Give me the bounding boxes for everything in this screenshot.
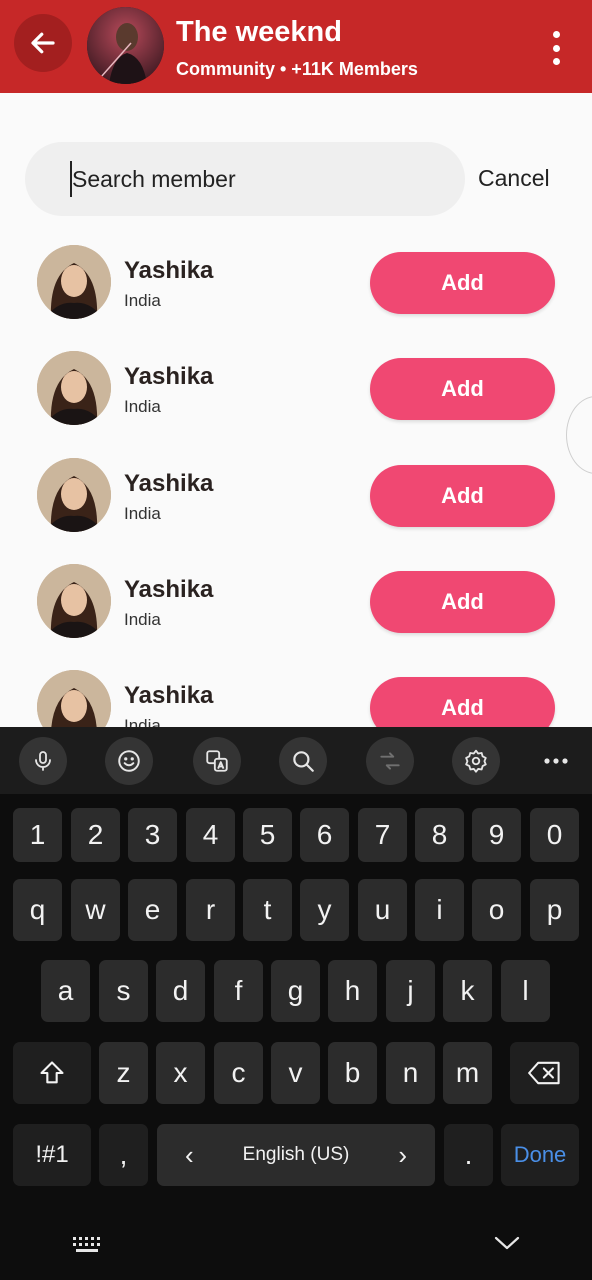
more-horizontal-icon[interactable] — [536, 737, 576, 785]
shift-icon — [40, 1061, 64, 1084]
key-r[interactable]: r — [186, 879, 235, 941]
space-bar[interactable]: ‹ English (US) › — [157, 1124, 435, 1186]
key-6[interactable]: 6 — [300, 808, 349, 862]
shift-key[interactable] — [13, 1042, 91, 1104]
arrow-left-icon — [31, 32, 55, 54]
member-name: Yashika — [124, 682, 214, 709]
key-g[interactable]: g — [271, 960, 320, 1022]
chevron-down-icon[interactable] — [493, 1234, 521, 1257]
language-prev-icon: ‹ — [185, 1139, 194, 1170]
search-icon[interactable] — [279, 737, 327, 785]
app-header: The weeknd Community • +11K Members — [0, 0, 592, 93]
emoji-icon[interactable] — [105, 737, 153, 785]
member-avatar — [37, 351, 111, 425]
key-k[interactable]: k — [443, 960, 492, 1022]
key-i[interactable]: i — [415, 879, 464, 941]
key-p[interactable]: p — [530, 879, 579, 941]
key-d[interactable]: d — [156, 960, 205, 1022]
add-member-button[interactable]: Add — [370, 571, 555, 633]
key-f[interactable]: f — [214, 960, 263, 1022]
key-l[interactable]: l — [501, 960, 550, 1022]
member-row[interactable]: Yashika India Add — [0, 549, 592, 655]
language-next-icon: › — [398, 1139, 407, 1170]
key-w[interactable]: w — [71, 879, 120, 941]
key-q[interactable]: q — [13, 879, 62, 941]
key-h[interactable]: h — [328, 960, 377, 1022]
key-t[interactable]: t — [243, 879, 292, 941]
key-c[interactable]: c — [214, 1042, 263, 1104]
member-avatar — [37, 670, 111, 727]
member-avatar — [37, 245, 111, 319]
microphone-icon[interactable] — [19, 737, 67, 785]
key-j[interactable]: j — [386, 960, 435, 1022]
key-5[interactable]: 5 — [243, 808, 292, 862]
more-vertical-icon[interactable] — [544, 28, 568, 68]
settings-icon[interactable] — [452, 737, 500, 785]
key-1[interactable]: 1 — [13, 808, 62, 862]
done-key[interactable]: Done — [501, 1124, 579, 1186]
add-member-button[interactable]: Add — [370, 252, 555, 314]
key-2[interactable]: 2 — [71, 808, 120, 862]
member-country: India — [124, 504, 161, 523]
add-member-button[interactable]: Add — [370, 465, 555, 527]
backspace-key[interactable] — [510, 1042, 579, 1104]
member-name: Yashika — [124, 470, 214, 497]
language-label: English (US) — [242, 1144, 350, 1165]
member-row[interactable]: Yashika India Add — [0, 336, 592, 442]
swap-icon[interactable] — [366, 737, 414, 785]
member-country: India — [124, 610, 161, 629]
member-country: India — [124, 291, 161, 310]
soft-keyboard: 1 2 3 4 5 6 7 8 9 0 q w e r t y u i o p … — [0, 727, 592, 1280]
community-title: The weeknd — [176, 16, 342, 48]
community-subtitle: Community • +11K Members — [176, 59, 418, 79]
add-member-button[interactable]: Add — [370, 677, 555, 727]
member-row[interactable]: Yashika India Add — [0, 443, 592, 549]
key-9[interactable]: 9 — [472, 808, 521, 862]
key-8[interactable]: 8 — [415, 808, 464, 862]
community-avatar[interactable] — [87, 7, 164, 84]
screen: The weeknd Community • +11K Members Canc… — [0, 0, 592, 1280]
key-s[interactable]: s — [99, 960, 148, 1022]
key-u[interactable]: u — [358, 879, 407, 941]
add-member-button[interactable]: Add — [370, 358, 555, 420]
backspace-icon — [527, 1061, 560, 1085]
back-button[interactable] — [14, 14, 72, 72]
member-row[interactable]: Yashika India Add — [0, 655, 592, 727]
key-v[interactable]: v — [271, 1042, 320, 1104]
symbols-key[interactable]: !#1 — [13, 1124, 91, 1186]
member-name: Yashika — [124, 576, 214, 603]
navigation-bar — [0, 1210, 592, 1280]
period-key[interactable]: . — [444, 1124, 493, 1186]
key-o[interactable]: o — [472, 879, 521, 941]
key-b[interactable]: b — [328, 1042, 377, 1104]
keyboard-icon[interactable] — [72, 1235, 102, 1260]
comma-key[interactable]: , — [99, 1124, 148, 1186]
key-4[interactable]: 4 — [186, 808, 235, 862]
search-field[interactable] — [25, 142, 465, 216]
cancel-button[interactable]: Cancel — [478, 165, 550, 192]
member-name: Yashika — [124, 257, 214, 284]
member-list[interactable]: Yashika India Add Yashika India Add Yash… — [0, 230, 592, 727]
key-3[interactable]: 3 — [128, 808, 177, 862]
key-0[interactable]: 0 — [530, 808, 579, 862]
key-7[interactable]: 7 — [358, 808, 407, 862]
keyboard-toolbar — [0, 727, 592, 794]
member-avatar — [37, 564, 111, 638]
member-country: India — [124, 397, 161, 416]
key-y[interactable]: y — [300, 879, 349, 941]
member-country: India — [124, 716, 161, 727]
member-row[interactable]: Yashika India Add — [0, 230, 592, 336]
key-z[interactable]: z — [99, 1042, 148, 1104]
translate-icon[interactable] — [193, 737, 241, 785]
key-e[interactable]: e — [128, 879, 177, 941]
key-x[interactable]: x — [156, 1042, 205, 1104]
key-a[interactable]: a — [41, 960, 90, 1022]
key-n[interactable]: n — [386, 1042, 435, 1104]
key-m[interactable]: m — [443, 1042, 492, 1104]
search-input[interactable] — [72, 142, 442, 216]
member-avatar — [37, 458, 111, 532]
member-name: Yashika — [124, 363, 214, 390]
